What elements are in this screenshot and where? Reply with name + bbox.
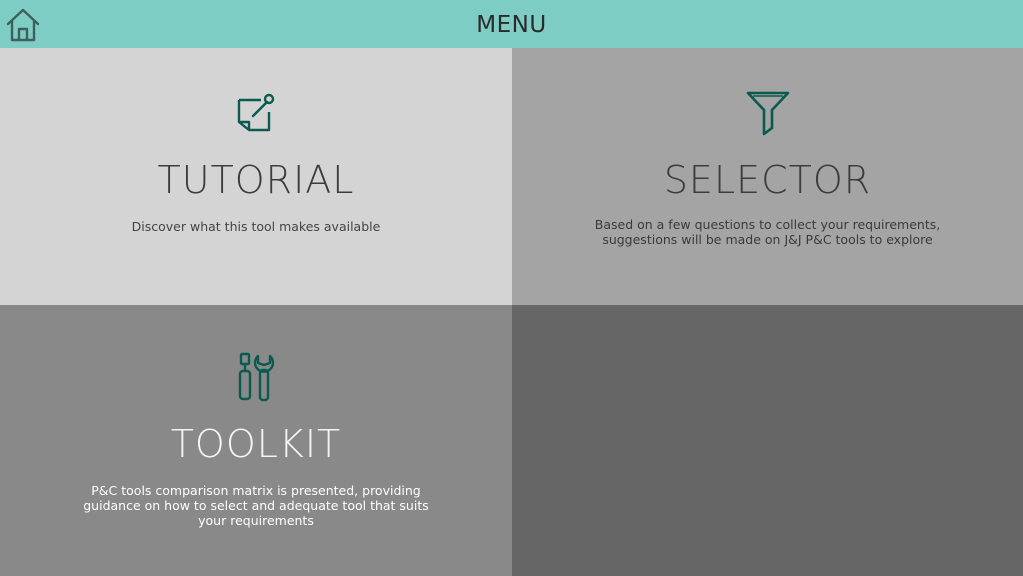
selector-description: Based on a few questions to collect your… [594, 217, 941, 247]
tutorial-description: Discover what this tool makes available [131, 219, 381, 234]
selector-tile[interactable]: SELECTOR Based on a few questions to col… [512, 48, 1023, 305]
toolkit-description: P&C tools comparison matrix is presented… [83, 483, 429, 528]
menu-header: MENU [0, 0, 1023, 48]
selector-title: SELECTOR [663, 158, 872, 202]
toolkit-tile[interactable]: TOOLKIT P&C tools comparison matrix is p… [0, 305, 512, 576]
empty-tile [512, 305, 1023, 576]
tutorial-tile[interactable]: TUTORIAL Discover what this tool makes a… [0, 48, 512, 305]
sticky-note-pin-icon [235, 92, 277, 138]
tutorial-title: TUTORIAL [157, 158, 355, 202]
toolkit-title: TOOLKIT [170, 422, 342, 466]
tools-wrench-screwdriver-icon [236, 351, 276, 407]
page-title: MENU [476, 12, 547, 38]
filter-funnel-icon [745, 90, 791, 140]
